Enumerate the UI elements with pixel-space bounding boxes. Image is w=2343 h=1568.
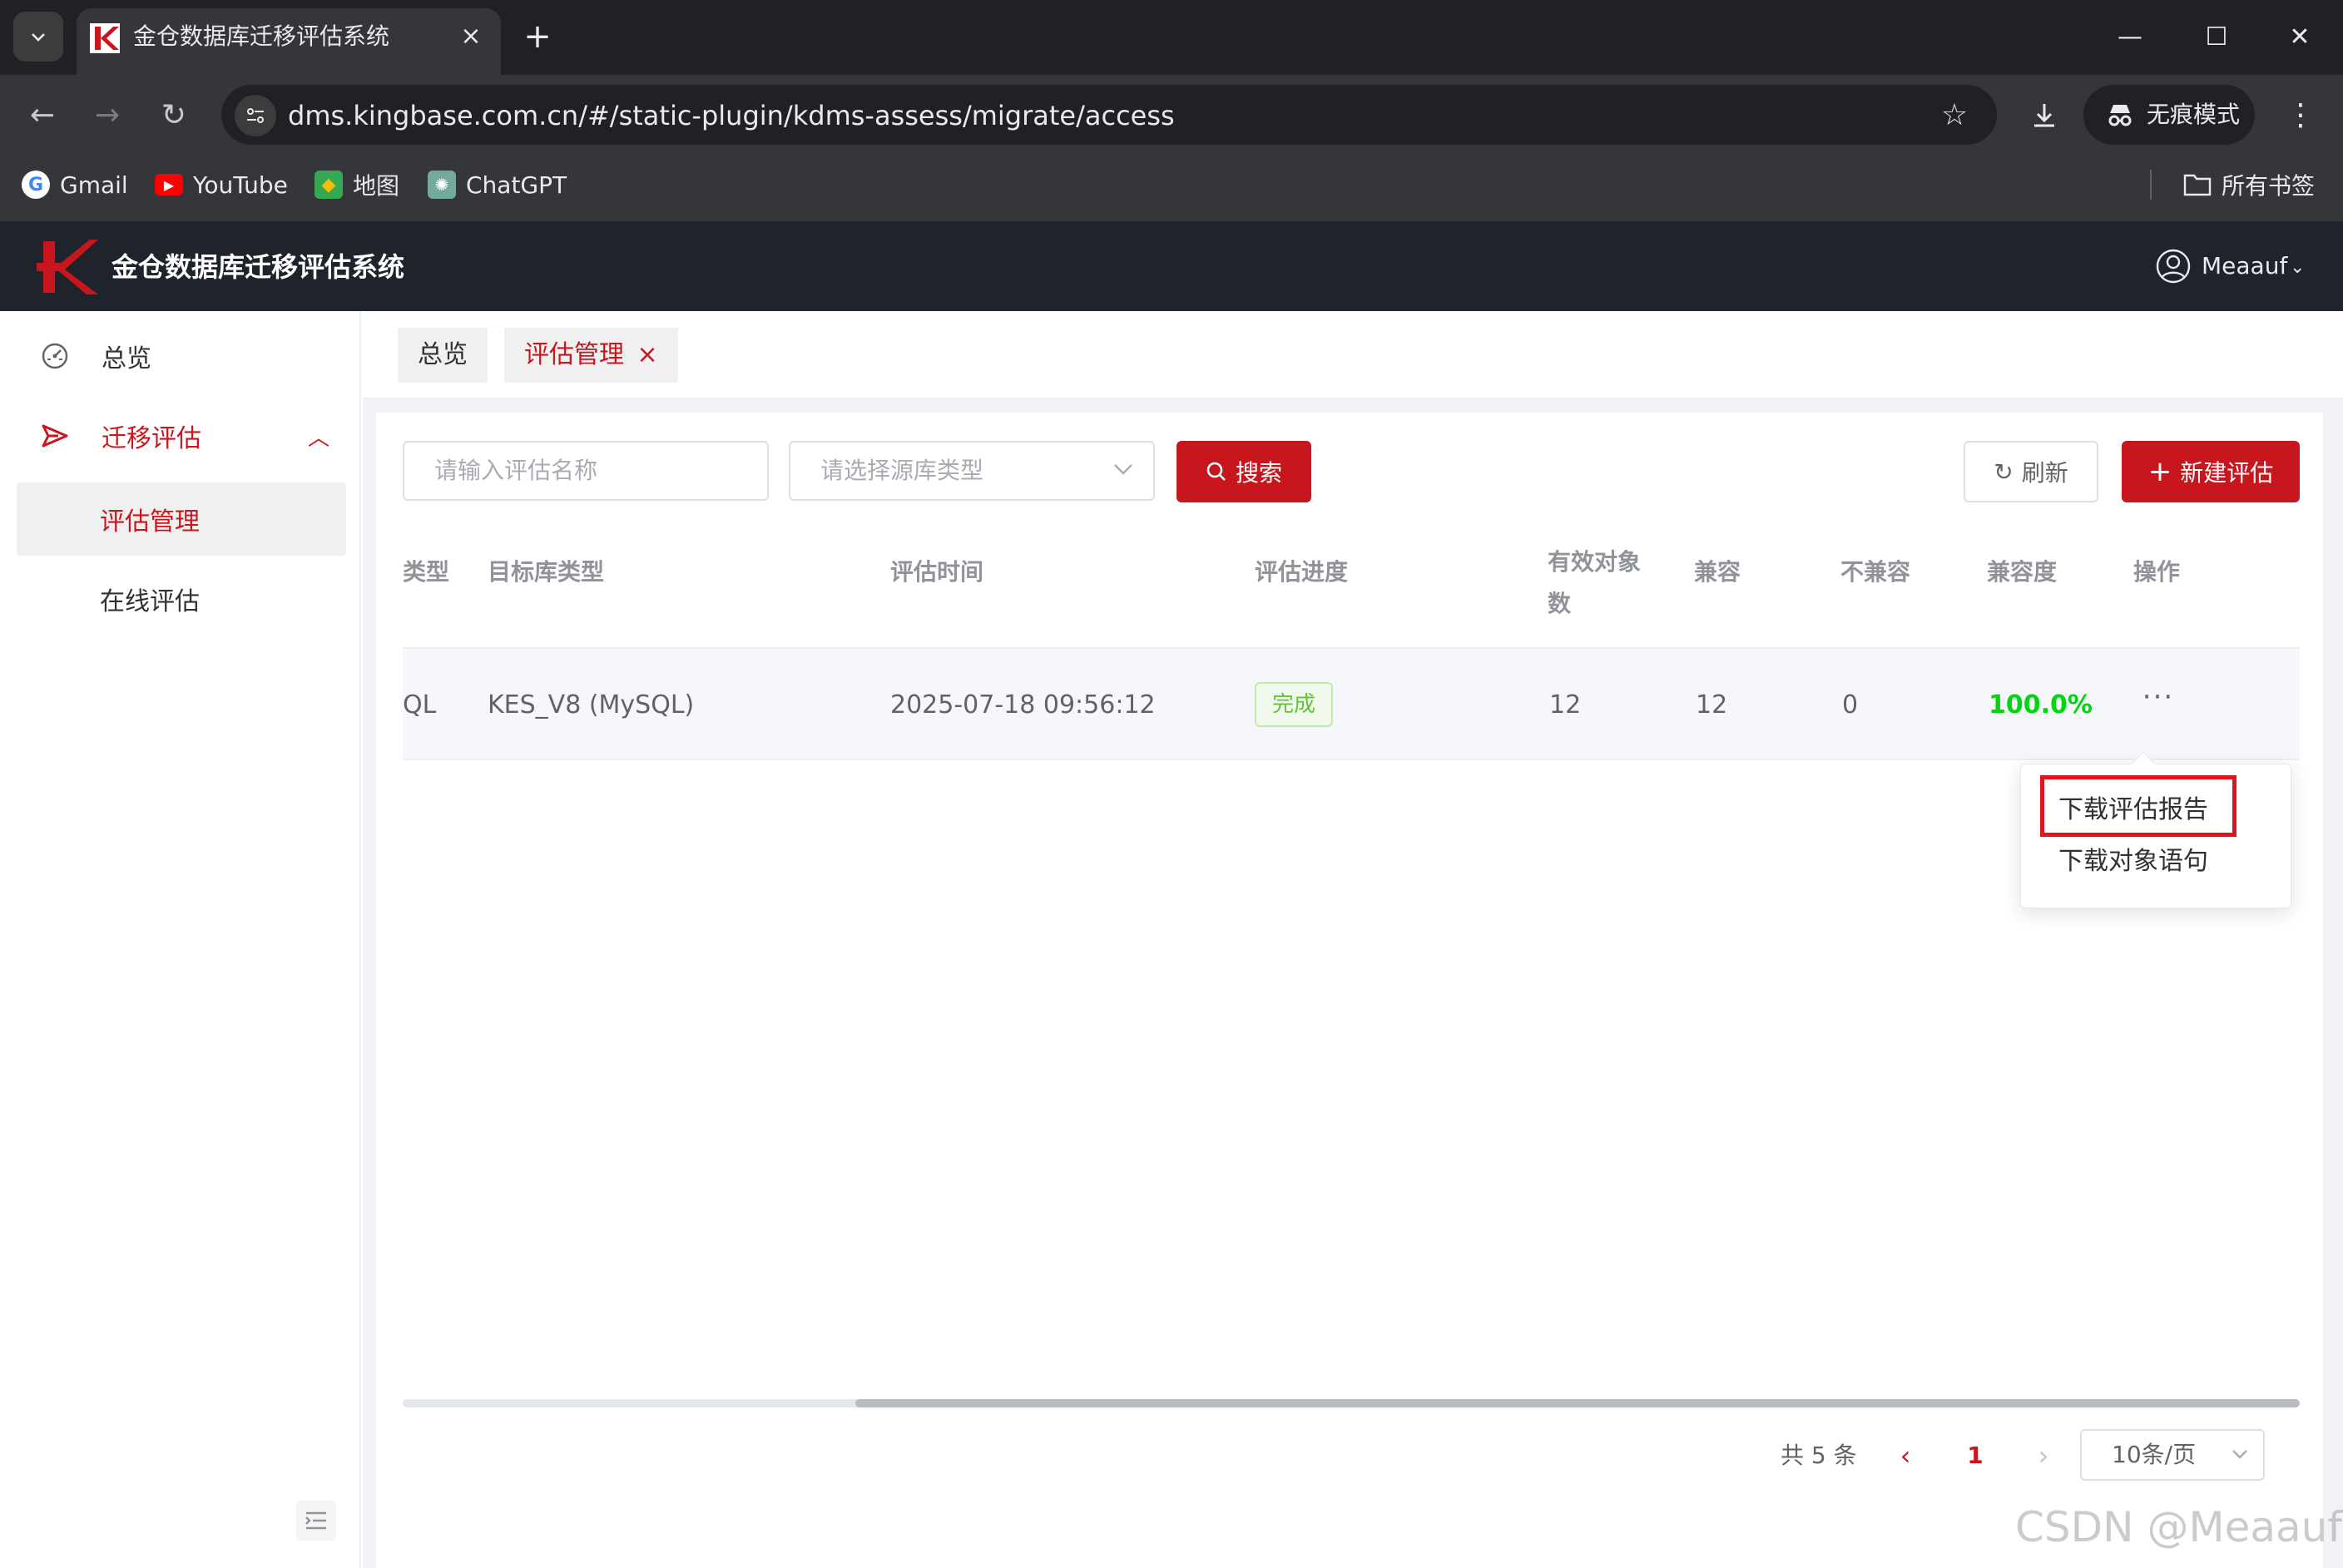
- bookmark-youtube[interactable]: ▶ YouTube: [155, 166, 288, 203]
- sidebar-item-label: 迁移评估: [102, 424, 201, 453]
- reload-icon[interactable]: ↻: [153, 95, 195, 136]
- table-row-divider: [403, 759, 2300, 760]
- cell-compat-rate: 100.0%: [1989, 690, 2093, 720]
- tab-search-button[interactable]: [13, 12, 63, 62]
- prev-page-icon[interactable]: ‹: [1889, 1432, 1922, 1479]
- app-title: 金仓数据库迁移评估系统: [111, 251, 405, 283]
- dashboard-icon: [37, 338, 73, 374]
- incognito-icon: [2108, 105, 2132, 126]
- cell-source-type: QL: [403, 690, 437, 720]
- maps-icon: ◆: [315, 171, 343, 199]
- cell-target-type: KES_V8 (MySQL): [488, 690, 695, 720]
- cell-assess-time: 2025-07-18 09:56:12: [890, 690, 1156, 720]
- column-header-actions: 操作: [2133, 558, 2181, 586]
- collapse-menu-icon: [305, 1511, 326, 1530]
- close-icon[interactable]: ×: [637, 340, 658, 369]
- sidebar-item-migration-assess[interactable]: 迁移评估 ︿: [37, 396, 329, 476]
- download-icon[interactable]: [2024, 95, 2065, 136]
- column-header-source-type: 类型: [403, 558, 450, 586]
- cell-valid-objects: 12: [1549, 690, 1582, 720]
- chatgpt-icon: ✺: [428, 171, 456, 199]
- more-actions-icon[interactable]: ···: [2135, 680, 2182, 722]
- chevron-down-icon: [32, 33, 45, 42]
- all-bookmarks-button[interactable]: 所有书签: [2183, 166, 2315, 203]
- download-statements-item[interactable]: 下载对象语句: [2058, 838, 2208, 885]
- refresh-icon: ↻: [1994, 458, 2014, 486]
- plus-icon: +: [2147, 455, 2172, 488]
- url-text[interactable]: dms.kingbase.com.cn/#/static-plugin/kdms…: [288, 95, 1175, 136]
- pagination-total: 共 5 条: [1781, 1442, 1857, 1469]
- browser-tab-title: 金仓数据库迁移评估系统: [133, 22, 390, 50]
- column-header-compat-rate: 兼容度: [1987, 558, 2058, 586]
- highlight-annotation-box: [2040, 775, 2236, 837]
- sidebar-collapse-button[interactable]: [296, 1501, 336, 1541]
- sidebar-item-label: 评估管理: [100, 507, 200, 537]
- google-icon: G: [22, 171, 50, 199]
- search-label: 搜索: [1235, 459, 1282, 487]
- back-icon[interactable]: ←: [22, 95, 63, 136]
- site-info-icon[interactable]: [235, 95, 276, 136]
- sidebar-item-label: 在线评估: [100, 587, 200, 616]
- cell-incompatible: 0: [1842, 690, 1859, 720]
- user-name[interactable]: Meaauf: [2202, 246, 2287, 286]
- bookmark-gmail[interactable]: G Gmail: [22, 166, 128, 203]
- table-scrollbar-thumb[interactable]: [855, 1399, 2300, 1407]
- search-button[interactable]: 搜索: [1176, 441, 1311, 502]
- column-header-assess-time: 评估时间: [890, 558, 984, 586]
- tab-assess-manage[interactable]: 评估管理 ×: [504, 328, 678, 383]
- column-header-valid-objects: 有效对象: [1548, 548, 1642, 576]
- watermark-text: CSDN @Meaauf: [2015, 1503, 2342, 1551]
- kingbase-favicon-icon: [90, 23, 120, 53]
- chevron-down-icon[interactable]: ⌄: [2290, 251, 2305, 284]
- browser-menu-icon[interactable]: ⋮: [2280, 95, 2321, 136]
- column-header-progress: 评估进度: [1255, 558, 1349, 586]
- chevron-down-icon: [2232, 1450, 2247, 1459]
- column-header-compatible: 兼容: [1694, 558, 1741, 586]
- refresh-label: 刷新: [2021, 459, 2068, 487]
- bookmark-label: YouTube: [193, 171, 288, 199]
- search-icon: [1206, 462, 1226, 481]
- window-close-icon[interactable]: ✕: [2275, 17, 2325, 58]
- cell-compatible: 12: [1696, 690, 1728, 720]
- bookmark-chatgpt[interactable]: ✺ ChatGPT: [428, 166, 567, 203]
- youtube-icon: ▶: [155, 174, 183, 195]
- tab-label: 评估管理: [524, 340, 624, 369]
- new-assess-label: 新建评估: [2180, 459, 2274, 487]
- tab-overview[interactable]: 总览: [398, 328, 488, 383]
- column-header-incompatible: 不兼容: [1840, 558, 1911, 586]
- all-bookmarks-label: 所有书签: [2222, 172, 2316, 200]
- user-avatar-icon[interactable]: [2155, 248, 2192, 284]
- next-page-icon[interactable]: ›: [2027, 1432, 2060, 1479]
- column-header-target-type: 目标库类型: [488, 558, 605, 586]
- kingbase-logo-icon: [37, 240, 98, 294]
- bookmark-star-icon[interactable]: ☆: [1934, 95, 1975, 136]
- forward-icon[interactable]: →: [87, 95, 128, 136]
- refresh-button[interactable]: ↻ 刷新: [1964, 441, 2098, 502]
- source-type-select[interactable]: 请选择源库类型: [789, 441, 1155, 501]
- bookmark-maps[interactable]: ◆ 地图: [315, 166, 399, 203]
- sidebar-item-overview[interactable]: 总览: [37, 316, 151, 396]
- status-badge: 完成: [1255, 682, 1333, 727]
- folder-icon: [2183, 174, 2212, 196]
- column-header-valid-objects-cont: 数: [1548, 590, 1572, 617]
- sidebar-item-label: 总览: [102, 344, 151, 373]
- bookmark-label: ChatGPT: [466, 171, 567, 199]
- sidebar-item-assess-manage[interactable]: 评估管理: [100, 479, 200, 559]
- tab-close-icon[interactable]: ×: [456, 20, 486, 53]
- assess-name-input[interactable]: 请输入评估名称: [403, 441, 769, 501]
- maximize-icon[interactable]: ☐: [2192, 17, 2241, 58]
- bookmark-label: 地图: [353, 172, 400, 200]
- send-icon: [37, 418, 73, 454]
- incognito-label: 无痕模式: [2147, 101, 2241, 128]
- chevron-down-icon: [1114, 464, 1132, 475]
- new-assess-button[interactable]: + 新建评估: [2122, 441, 2300, 502]
- new-tab-button[interactable]: +: [519, 18, 556, 55]
- bookmark-label: Gmail: [60, 171, 128, 199]
- page-number-current[interactable]: 1: [1959, 1432, 1992, 1479]
- chevron-up-icon: ︿: [307, 425, 329, 451]
- bookmarks-separator: [2150, 170, 2152, 200]
- sidebar-item-online-assess[interactable]: 在线评估: [100, 559, 200, 639]
- minimize-icon[interactable]: —: [2105, 17, 2155, 58]
